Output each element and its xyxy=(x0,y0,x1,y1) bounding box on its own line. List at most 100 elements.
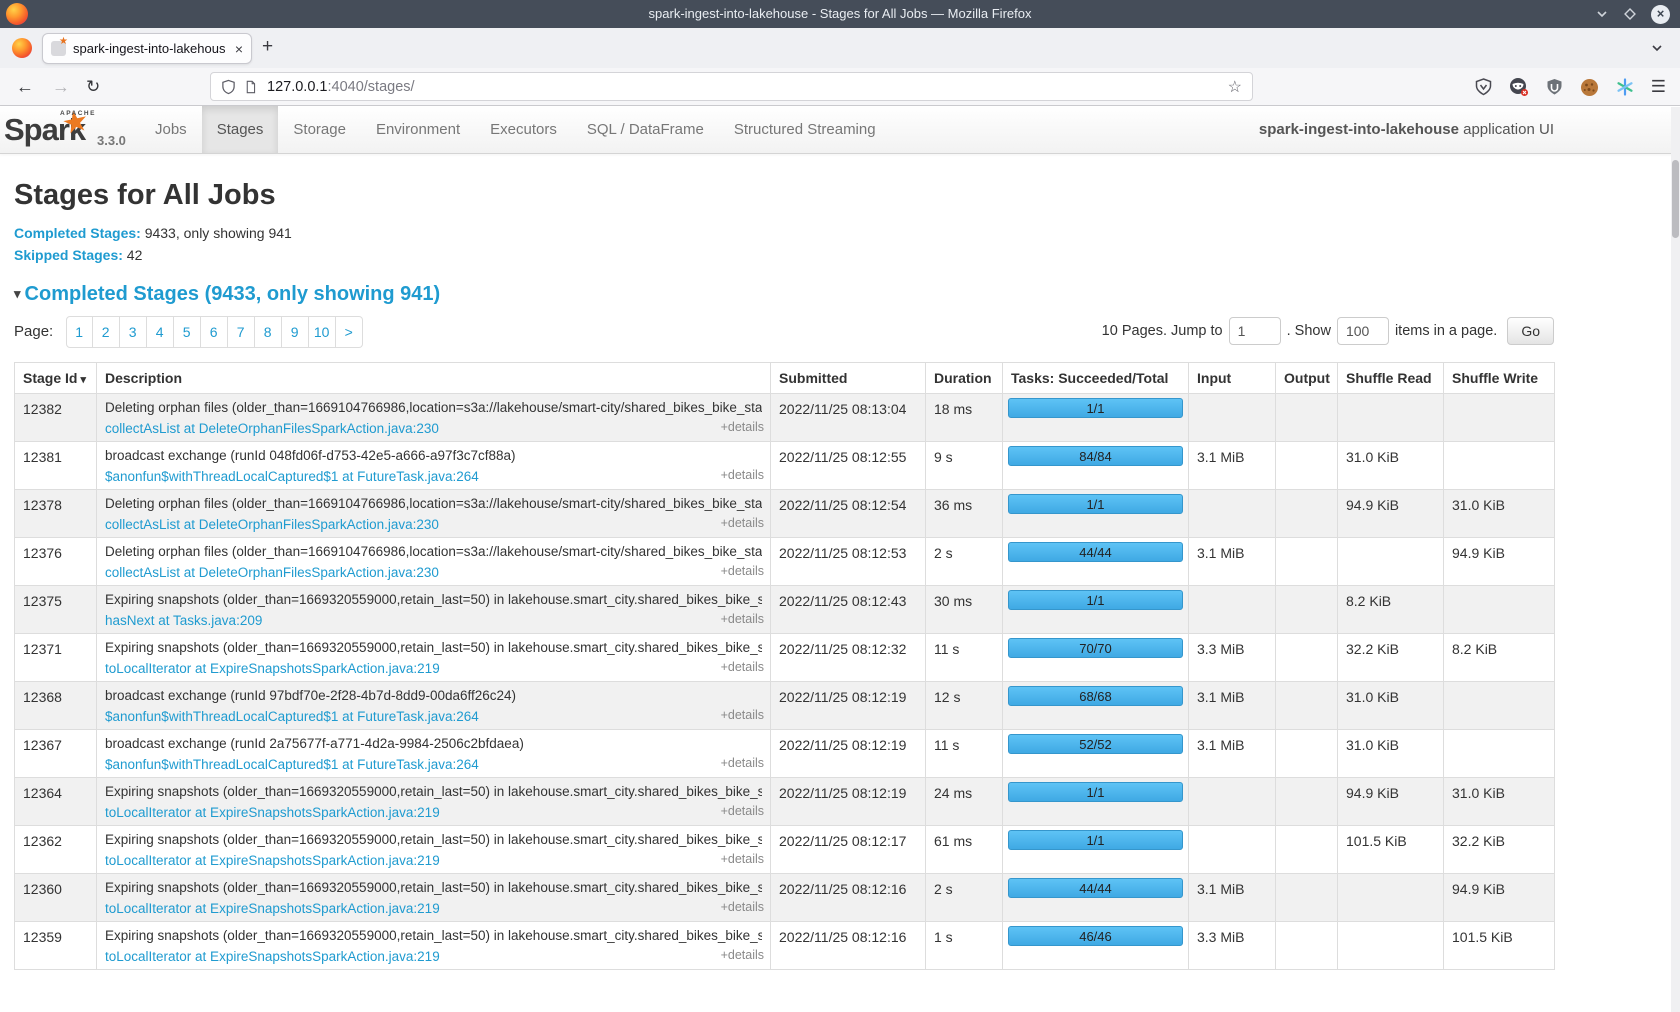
stage-callsite-link[interactable]: $anonfun$withThreadLocalCaptured$1 at Fu… xyxy=(105,709,479,724)
details-toggle[interactable]: +details xyxy=(721,708,764,722)
stage-callsite-link[interactable]: toLocalIterator at ExpireSnapshotsSparkA… xyxy=(105,661,440,676)
tasks-cell: 1/1 xyxy=(1003,490,1189,538)
page-button-3[interactable]: 3 xyxy=(120,316,147,348)
page-button-10[interactable]: 10 xyxy=(309,316,336,348)
column-header-shuffle-write[interactable]: Shuffle Write xyxy=(1444,363,1555,394)
page-button-5[interactable]: 5 xyxy=(174,316,201,348)
spark-logo[interactable]: Spark ★ APACHE 3.3.0 xyxy=(0,106,140,153)
nav-item-sql-dataframe[interactable]: SQL / DataFrame xyxy=(572,106,719,153)
page-size-input[interactable] xyxy=(1337,317,1389,345)
jump-to-input[interactable] xyxy=(1229,317,1281,345)
details-toggle[interactable]: +details xyxy=(721,420,764,434)
tasks-cell: 68/68 xyxy=(1003,682,1189,730)
details-toggle[interactable]: +details xyxy=(721,468,764,482)
nav-item-stages[interactable]: Stages xyxy=(202,106,279,153)
tab-bar: spark-ingest-into-lakehous × + xyxy=(0,28,1680,68)
column-header-input[interactable]: Input xyxy=(1189,363,1276,394)
go-button[interactable]: Go xyxy=(1507,317,1554,345)
stage-callsite-link[interactable]: collectAsList at DeleteOrphanFilesSparkA… xyxy=(105,565,439,580)
shuffle-read-cell: 101.5 KiB xyxy=(1338,826,1444,874)
details-toggle[interactable]: +details xyxy=(721,564,764,578)
skipped-stages-summary: Skipped Stages: 42 xyxy=(14,247,1666,263)
mask-extension-icon[interactable] xyxy=(1509,77,1529,97)
tab-close-button[interactable]: × xyxy=(235,41,243,57)
stage-callsite-link[interactable]: toLocalIterator at ExpireSnapshotsSparkA… xyxy=(105,805,440,820)
column-header-duration[interactable]: Duration xyxy=(926,363,1003,394)
stage-description: broadcast exchange (runId 048fd06f-d753-… xyxy=(105,448,762,468)
stage-callsite-link[interactable]: $anonfun$withThreadLocalCaptured$1 at Fu… xyxy=(105,757,479,772)
page-button-next[interactable]: > xyxy=(336,316,363,348)
details-toggle[interactable]: +details xyxy=(721,612,764,626)
stage-callsite-link[interactable]: $anonfun$withThreadLocalCaptured$1 at Fu… xyxy=(105,469,479,484)
scrollbar-thumb[interactable] xyxy=(1672,160,1679,238)
shield-permissions-icon[interactable] xyxy=(221,79,236,95)
page-button-4[interactable]: 4 xyxy=(147,316,174,348)
details-toggle[interactable]: +details xyxy=(721,804,764,818)
nav-item-environment[interactable]: Environment xyxy=(361,106,475,153)
page-button-8[interactable]: 8 xyxy=(255,316,282,348)
nav-item-executors[interactable]: Executors xyxy=(475,106,572,153)
completed-stages-section-header[interactable]: ▾Completed Stages (9433, only showing 94… xyxy=(14,283,1666,306)
stage-callsite-link[interactable]: toLocalIterator at ExpireSnapshotsSparkA… xyxy=(105,949,440,964)
page-button-9[interactable]: 9 xyxy=(282,316,309,348)
details-toggle[interactable]: +details xyxy=(721,660,764,674)
table-row: 12359Expiring snapshots (older_than=1669… xyxy=(15,922,1555,970)
bookmark-star-icon[interactable]: ☆ xyxy=(1228,77,1242,97)
column-header-submitted[interactable]: Submitted xyxy=(771,363,926,394)
new-tab-button[interactable]: + xyxy=(262,36,273,58)
reload-button[interactable]: ↻ xyxy=(86,77,100,97)
tasks-cell: 84/84 xyxy=(1003,442,1189,490)
completed-stages-link[interactable]: Completed Stages: xyxy=(14,225,141,241)
tab-list-button[interactable] xyxy=(1650,41,1664,55)
output-cell xyxy=(1276,730,1338,778)
stage-callsite-link[interactable]: collectAsList at DeleteOrphanFilesSparkA… xyxy=(105,421,439,436)
skipped-stages-link[interactable]: Skipped Stages: xyxy=(14,247,123,263)
window-minimize-button[interactable] xyxy=(1595,7,1609,21)
tasks-cell: 1/1 xyxy=(1003,394,1189,442)
forward-button[interactable]: → xyxy=(52,76,70,97)
stage-callsite-link[interactable]: toLocalIterator at ExpireSnapshotsSparkA… xyxy=(105,853,440,868)
back-button[interactable]: ← xyxy=(16,76,34,97)
page-content: Stages for All Jobs Completed Stages: 94… xyxy=(0,179,1680,970)
column-header-output[interactable]: Output xyxy=(1276,363,1338,394)
menu-button[interactable]: ☰ xyxy=(1651,77,1666,97)
asterisk-extension-icon[interactable] xyxy=(1616,78,1634,96)
column-header-tasks-succeeded-total[interactable]: Tasks: Succeeded/Total xyxy=(1003,363,1189,394)
firefox-view-icon[interactable] xyxy=(12,38,32,58)
page-button-7[interactable]: 7 xyxy=(228,316,255,348)
page-button-2[interactable]: 2 xyxy=(93,316,120,348)
stage-callsite-link[interactable]: collectAsList at DeleteOrphanFilesSparkA… xyxy=(105,517,439,532)
shuffle-read-cell xyxy=(1338,538,1444,586)
nav-item-structured-streaming[interactable]: Structured Streaming xyxy=(719,106,891,153)
ublock-icon[interactable] xyxy=(1546,78,1563,96)
shuffle-read-cell: 94.9 KiB xyxy=(1338,778,1444,826)
page-button-1[interactable]: 1 xyxy=(66,316,93,348)
details-toggle[interactable]: +details xyxy=(721,948,764,962)
nav-item-jobs[interactable]: Jobs xyxy=(140,106,202,153)
site-info-icon[interactable] xyxy=(244,79,257,95)
browser-tab[interactable]: spark-ingest-into-lakehous × xyxy=(42,33,252,64)
details-toggle[interactable]: +details xyxy=(721,900,764,914)
cookie-extension-icon[interactable] xyxy=(1580,78,1599,97)
details-toggle[interactable]: +details xyxy=(721,756,764,770)
column-header-shuffle-read[interactable]: Shuffle Read xyxy=(1338,363,1444,394)
stage-id-cell: 12364 xyxy=(15,778,97,826)
submitted-cell: 2022/11/25 08:12:55 xyxy=(771,442,926,490)
page-scrollbar[interactable] xyxy=(1671,107,1680,1012)
details-toggle[interactable]: +details xyxy=(721,852,764,866)
submitted-cell: 2022/11/25 08:12:54 xyxy=(771,490,926,538)
details-toggle[interactable]: +details xyxy=(721,516,764,530)
tasks-cell: 70/70 xyxy=(1003,634,1189,682)
stage-callsite-link[interactable]: hasNext at Tasks.java:209 xyxy=(105,613,262,628)
column-header-description[interactable]: Description xyxy=(97,363,771,394)
page-button-6[interactable]: 6 xyxy=(201,316,228,348)
input-cell xyxy=(1189,826,1276,874)
shield-extension-icon[interactable] xyxy=(1475,78,1492,96)
column-header-stage-id[interactable]: Stage Id ▾ xyxy=(15,363,97,394)
stage-callsite-link[interactable]: toLocalIterator at ExpireSnapshotsSparkA… xyxy=(105,901,440,916)
window-close-button[interactable]: × xyxy=(1651,5,1670,24)
nav-item-storage[interactable]: Storage xyxy=(278,106,361,153)
shuffle-write-cell xyxy=(1444,682,1555,730)
window-maximize-button[interactable] xyxy=(1623,7,1637,21)
url-bar[interactable]: 127.0.0.1:4040/stages/ ☆ xyxy=(210,72,1253,101)
